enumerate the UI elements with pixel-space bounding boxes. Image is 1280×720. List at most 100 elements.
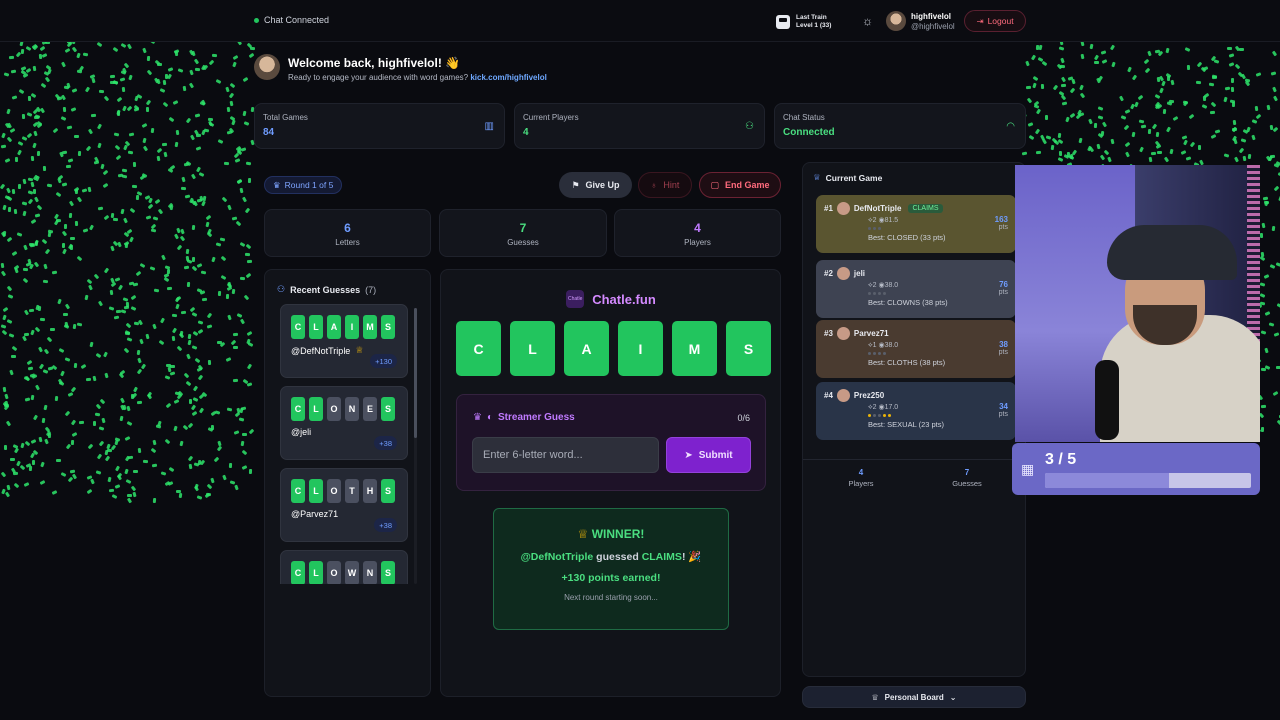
player-stats: ⟡2 ◉81.5 (868, 217, 899, 224)
avatar (254, 54, 280, 80)
rank-label: #2 (824, 269, 833, 278)
page-title: Welcome back, highfivelol! 👋 (288, 56, 461, 70)
guess-user: @jeli (291, 427, 312, 437)
channel-link[interactable]: kick.com/highfivelol (470, 73, 546, 82)
trophy-icon: ♕ (813, 172, 821, 182)
train-widget[interactable]: Last Train Level 1 (33) (776, 14, 831, 30)
brand: Chatle Chatle.fun (566, 290, 656, 308)
letter-tile: O (327, 561, 341, 584)
guess-tiles: CLAIMS (291, 315, 397, 339)
avatar (836, 267, 850, 280)
submit-button[interactable]: ➤ Submit (666, 437, 751, 473)
gamepad-icon: ◐ (486, 412, 494, 423)
letter-tile: N (345, 397, 359, 421)
guess-dot (883, 414, 886, 417)
streamer-guess-input[interactable] (472, 437, 659, 473)
word-tile: S (726, 321, 771, 376)
theme-toggle-sun-icon[interactable]: ☼ (862, 14, 873, 28)
recent-guesses-panel: ⚇ Recent Guesses (7) C L A I M S @DefNotTriple… (264, 269, 431, 697)
player-points: 76 (999, 280, 1008, 289)
lightbulb-icon: ♁ (650, 180, 658, 190)
guess-dots (868, 352, 1008, 355)
current-game-footer: 4 Players 7 Guesses (803, 459, 1025, 488)
word-tile: L (510, 321, 555, 376)
stop-icon: ▢ (710, 179, 719, 190)
give-up-button[interactable]: ⚑ Give Up (559, 172, 632, 198)
word-tile: A (564, 321, 609, 376)
guess-count: 0/6 (737, 413, 750, 423)
avatar (836, 389, 850, 402)
points-badge: +38 (374, 518, 397, 532)
letter-tile: H (363, 479, 377, 503)
guess-list[interactable]: C L A I M S @DefNotTriple ♕ +130 C L O N E S @jeli +38 C L… (265, 304, 432, 584)
logout-button[interactable]: ⇥ Logout (964, 10, 1026, 32)
chat-connection-status: Chat Connected (254, 15, 329, 25)
letter-tile: O (327, 397, 341, 421)
guess-dot (888, 414, 891, 417)
best-word: Best: CLOSED (33 pts) (868, 233, 946, 242)
letter-tile: S (381, 315, 395, 339)
player-name: jeli (853, 269, 866, 278)
stat-chat-status: Chat Status Connected ◠ (774, 103, 1026, 149)
trophy-icon: ♕ (871, 692, 879, 702)
welcome-section: Welcome back, highfivelol! 👋 Ready to en… (254, 54, 547, 82)
letter-tile: L (309, 479, 323, 503)
player-card[interactable]: #1 DefNotTriple CLAIMS ⟡2 ◉81.5 Best: CLOSED… (816, 195, 1016, 253)
streamer-guess-box: ♛ ◐ Streamer Guess 0/6 ➤ Submit (456, 394, 766, 491)
letter-tile: N (363, 561, 377, 584)
hint-button[interactable]: ♁ Hint (638, 172, 692, 198)
users-icon: ⚇ (277, 284, 286, 294)
logout-icon: ⇥ (976, 15, 984, 26)
player-points: 34 (999, 402, 1008, 411)
personal-board-button[interactable]: ♕ Personal Board ⌄ (802, 686, 1026, 708)
letter-tile: S (381, 561, 395, 584)
guess-tiles: CLONES (291, 397, 397, 421)
letter-tile: E (363, 397, 377, 421)
guess-dot (868, 414, 871, 417)
current-game-panel: ♕ Current Game #1 DefNotTriple CLAIMS ⟡2 ◉8… (802, 162, 1026, 677)
guesses-stat: 7 Guesses (439, 209, 607, 257)
chevron-down-icon: ⌄ (949, 692, 957, 702)
guess-dot (883, 352, 886, 355)
end-game-button[interactable]: ▢ End Game (699, 172, 781, 198)
chatle-logo-icon: Chatle (566, 290, 585, 308)
stat-total-games: Total Games 84 ▥ (254, 103, 505, 149)
letter-tile: I (345, 315, 359, 339)
guess-dot (883, 292, 886, 295)
player-name: DefNotTriple (853, 204, 902, 213)
letter-tile: S (381, 479, 395, 503)
winner-box: ♕ WINNER! @DefNotTriple guessed CLAIMS! … (493, 508, 729, 630)
guess-dot (873, 352, 876, 355)
rank-label: #1 (824, 204, 833, 213)
guess-dot (868, 227, 871, 230)
best-word: Best: CLOTHS (38 pts) (868, 358, 946, 367)
guess-dot (868, 292, 871, 295)
avatar (836, 327, 850, 340)
guess-card: CLOWNS (280, 550, 408, 584)
best-word: Best: CLOWNS (38 pts) (868, 298, 948, 307)
player-card[interactable]: #2 jeli ⟡2 ◉38.0 Best: CLOWNS (38 pts) 76 pts (816, 260, 1016, 318)
letter-tile: T (345, 479, 359, 503)
word-tiles: CLAIMS (456, 321, 771, 376)
guess-user: @DefNotTriple (291, 345, 351, 356)
player-card[interactable]: #4 Prez250 ⟡2 ◉17.0 Best: SEXUAL (23 pts) 34… (816, 382, 1016, 440)
user-info: highfivelol @highfivelol (911, 12, 955, 31)
points-badge: +38 (374, 436, 397, 450)
flag-icon: ⚑ (571, 179, 580, 190)
guess-dots (868, 292, 1008, 295)
guess-tiles: CLOWNS (291, 561, 397, 584)
player-stats: ⟡2 ◉17.0 (868, 404, 899, 411)
guess-card: C L A I M S @DefNotTriple ♕ +130 (280, 304, 408, 378)
train-icon (776, 15, 790, 29)
player-stats: ⟡1 ◉38.0 (868, 342, 899, 349)
word-badge: CLAIMS (908, 204, 943, 213)
rank-label: #3 (824, 329, 833, 338)
guess-list-scrollbar[interactable] (414, 308, 417, 584)
best-word: Best: SEXUAL (23 pts) (868, 420, 945, 429)
game-board-panel: Chatle Chatle.fun CLAIMS ♛ ◐ Streamer Gu… (440, 269, 781, 697)
rank-label: #4 (824, 391, 833, 400)
avatar[interactable] (886, 11, 906, 31)
player-card[interactable]: #3 Parvez71 ⟡1 ◉38.0 Best: CLOTHS (38 pts) 3… (816, 320, 1016, 378)
guess-dots (868, 227, 1008, 230)
wifi-icon: ◠ (1006, 121, 1015, 132)
